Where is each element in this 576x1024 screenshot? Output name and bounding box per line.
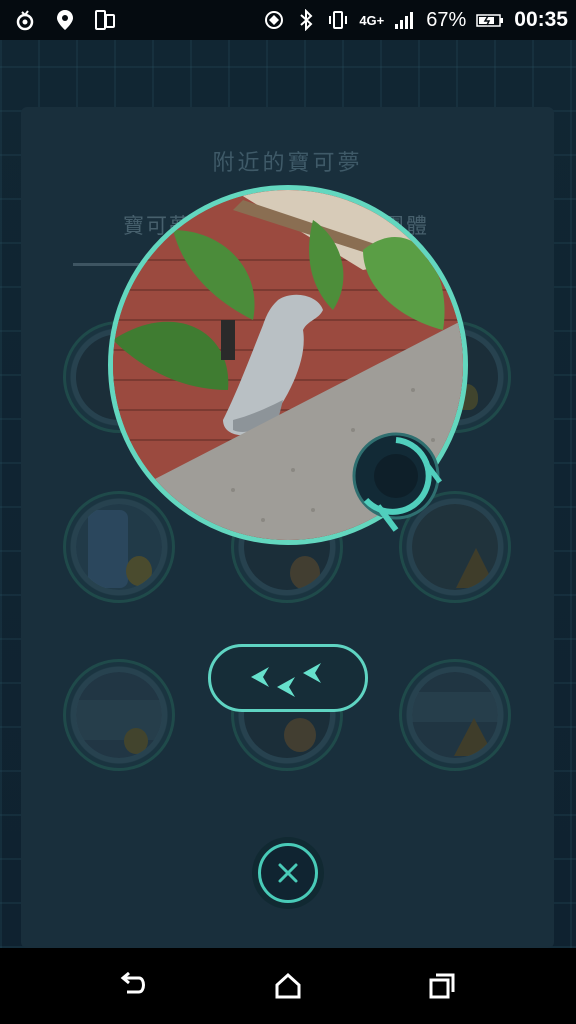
recents-button[interactable] [424,968,460,1004]
network-type-label: 4G+ [359,12,385,28]
navigation-bar [0,948,576,1024]
battery-icon [476,9,504,31]
rotation-icon [263,9,285,31]
nearby-slot[interactable] [63,659,175,771]
close-button[interactable] [258,843,318,903]
device-screen-icon [94,9,116,31]
back-button[interactable] [116,968,152,1004]
recents-icon [429,973,455,999]
nearby-slot[interactable] [399,659,511,771]
footprints-indicator [208,644,368,712]
close-icon [278,863,298,883]
vibrate-icon [327,9,349,31]
bluetooth-icon [295,9,317,31]
status-bar: 4G+ 67% 00:35 [0,0,576,40]
panel-title: 附近的寶可夢 [212,151,363,176]
battery-percent: 67% [426,8,467,31]
status-right-icons: 4G+ 67% 00:35 [263,8,568,32]
home-button[interactable] [270,968,306,1004]
back-icon [120,972,145,994]
clock: 00:35 [514,8,568,31]
signal-icon [394,9,416,31]
home-icon [275,972,301,999]
nearby-slot[interactable] [63,491,175,603]
footprints-icon [251,663,321,697]
location-icon [54,9,76,31]
game-notification-icon [14,9,36,31]
status-left-icons [14,8,116,32]
pokestop-scan-icon [348,430,452,540]
